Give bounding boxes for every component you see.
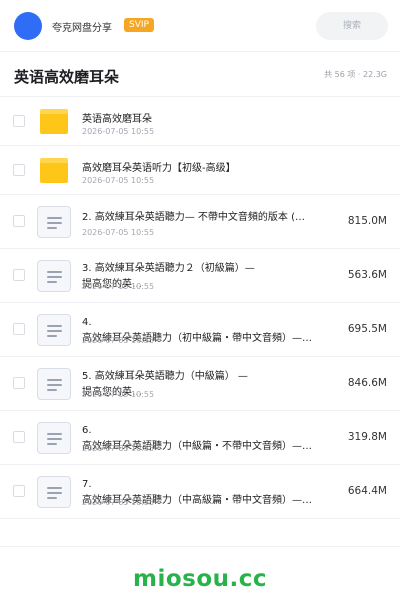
item-name-line1: 3. 高效練耳朵英語聽力２（初級篇）— [82,263,255,274]
svip-badge: SVIP [124,18,154,32]
document-icon [37,314,71,346]
document-icon [37,368,71,400]
item-name-line1: 7. [82,479,92,490]
top-bar: 夸克网盘分享 SVIP 搜索 [0,0,400,52]
item-date: 2026-07-05 10:55 [82,390,155,399]
item-name: 高效磨耳朵英语听力【初级-高级】 [82,163,236,174]
document-icon [37,260,71,292]
list-item[interactable]: 5. 高效練耳朵英語聽力（中級篇） — 提高您的英… 2026-07-05 10… [0,357,400,411]
search-input[interactable]: 搜索 [316,12,388,40]
item-checkbox[interactable] [13,164,25,176]
item-name: 英语高效磨耳朵 [82,114,152,125]
folder-meta: 共 56 项 · 22.3G [324,70,387,79]
list-item[interactable]: 高效磨耳朵英语听力【初级-高级】 2026-07-05 10:55 [0,146,400,195]
item-date: 2026-07-05 10:55 [82,444,155,453]
item-size: 815.0M [347,215,387,227]
item-size: 563.6M [347,269,387,281]
list-item[interactable]: 4. 高效練耳朵英語聽力（初中級篇・帶中文音頻）—… 2026-07-05 10… [0,303,400,357]
item-checkbox[interactable] [13,215,25,227]
item-name: 2. 高效練耳朵英語聽力— 不帶中文音頻的版本 (… [82,212,305,223]
document-icon [37,422,71,454]
item-date: 2026-07-05 10:55 [82,176,155,185]
list-item[interactable]: 7. 高效練耳朵英語聽力（中高級篇・帶中文音頻）—… 2026-07-05 10… [0,465,400,519]
list-item[interactable]: 6. 高效練耳朵英語聽力（中級篇・不帶中文音頻）—… 2026-07-05 10… [0,411,400,465]
file-list: 英语高效磨耳朵 2026-07-05 10:55 高效磨耳朵英语听力【初级-高级… [0,97,400,519]
item-date: 2026-07-05 10:55 [82,498,155,507]
item-size: 846.6M [347,377,387,389]
item-checkbox[interactable] [13,377,25,389]
document-icon [37,476,71,508]
item-size: 319.8M [347,431,387,443]
item-name-line1: 5. 高效練耳朵英語聽力（中級篇） — [82,371,248,382]
item-checkbox[interactable] [13,115,25,127]
item-checkbox[interactable] [13,323,25,335]
item-date: 2026-07-05 10:55 [82,228,155,237]
item-name-line1: 4. [82,317,92,328]
list-item[interactable]: 英语高效磨耳朵 2026-07-05 10:55 [0,97,400,146]
item-size: 664.4M [347,485,387,497]
item-checkbox[interactable] [13,485,25,497]
page-title: 英语高效磨耳朵 [14,68,120,86]
folder-icon [40,109,68,134]
avatar[interactable] [14,12,42,40]
list-item[interactable]: 2. 高效練耳朵英語聽力— 不帶中文音頻的版本 (… 2026-07-05 10… [0,195,400,249]
item-date: 2026-07-05 10:55 [82,282,155,291]
list-item[interactable]: 3. 高效練耳朵英語聽力２（初級篇）— 提高您的英… 2026-07-05 10… [0,249,400,303]
folder-header: 英语高效磨耳朵 共 56 项 · 22.3G [0,52,400,97]
folder-icon [40,158,68,183]
item-name-line1: 6. [82,425,92,436]
brand-watermark: miosou.cc [132,566,268,592]
item-date: 2026-07-05 10:55 [82,336,155,345]
item-checkbox[interactable] [13,269,25,281]
item-date: 2026-07-05 10:55 [82,127,155,136]
item-checkbox[interactable] [13,431,25,443]
document-icon [37,206,71,238]
item-size: 695.5M [347,323,387,335]
app-name: 夸克网盘分享 [52,23,112,34]
